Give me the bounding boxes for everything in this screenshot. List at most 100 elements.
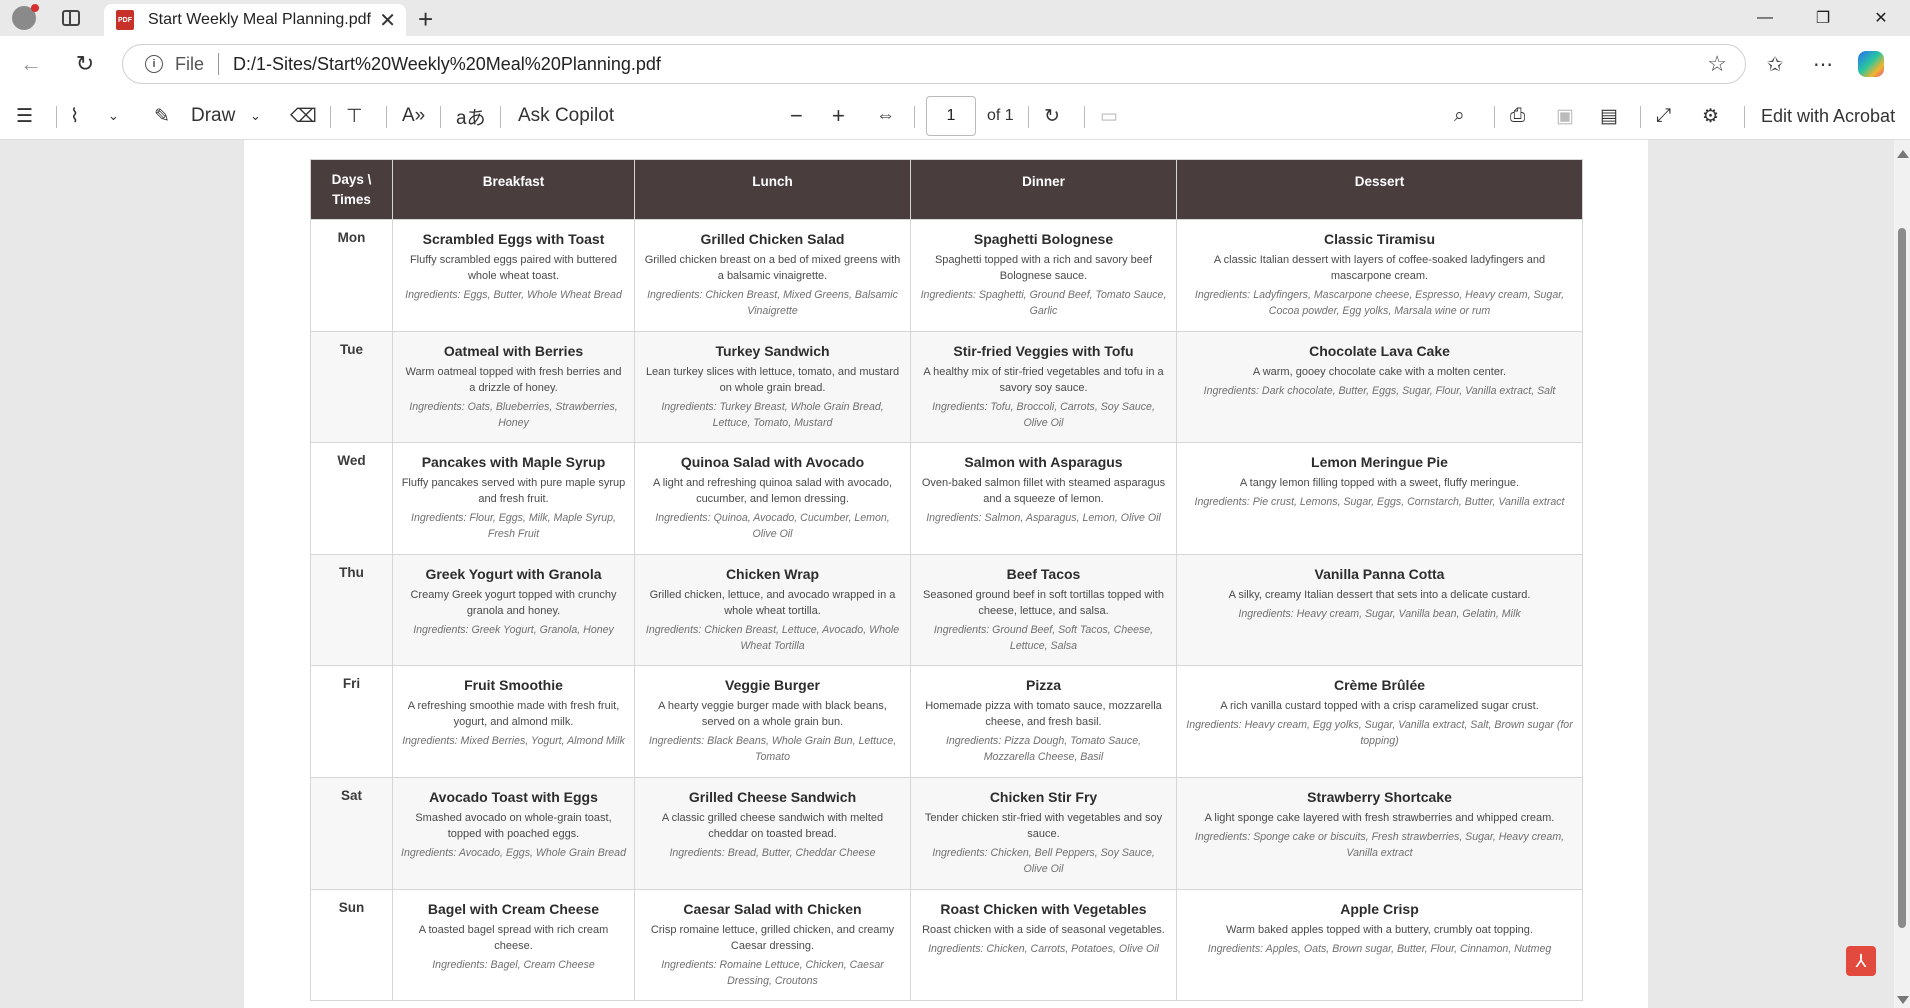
- tab-actions-icon[interactable]: [62, 10, 80, 26]
- day-cell: Thu: [310, 553, 393, 667]
- profile-avatar-icon[interactable]: [12, 4, 39, 30]
- save-as-icon[interactable]: ▤: [1600, 92, 1618, 140]
- close-window-icon[interactable]: ✕: [1852, 0, 1910, 36]
- fit-to-width-icon[interactable]: ⇔: [876, 92, 895, 140]
- table-row: Mon Scrambled Eggs with Toast Fluffy scram…: [310, 219, 1583, 332]
- more-menu-icon[interactable]: ⋯: [1810, 52, 1836, 77]
- highlight-icon[interactable]: ⌇: [70, 92, 79, 140]
- meal-name: Strawberry Shortcake: [1307, 788, 1452, 805]
- meal-description: Spaghetti topped with a rich and savory …: [934, 254, 1153, 282]
- acrobat-icon[interactable]: ⅄: [1846, 946, 1876, 976]
- new-tab-icon[interactable]: +: [418, 4, 433, 35]
- meal-name: Pizza: [1025, 677, 1061, 694]
- active-tab[interactable]: PDF Start Weekly Meal Planning.pdf ✕: [104, 4, 406, 36]
- pdf-toolbar: ☰ ⌇ ⌄ ✎ Draw ⌄ ⌫ ⊤ A» aあ Ask Copilot − +…: [0, 92, 1910, 140]
- day-cell: Tue: [310, 330, 393, 444]
- meal-description: A classic grilled cheese sandwich with m…: [661, 811, 884, 840]
- meal-ingredients: Ingredients: Avocado, Eggs, Whole Grain …: [401, 846, 626, 859]
- eraser-icon[interactable]: ⌫: [290, 92, 317, 140]
- scrollbar-thumb[interactable]: [1898, 228, 1906, 928]
- save-icon[interactable]: ▣: [1556, 92, 1574, 140]
- text-box-icon[interactable]: ⊤: [346, 92, 363, 140]
- zoom-in-icon[interactable]: +: [832, 92, 845, 140]
- meal-cell: Stir-fried Veggies with Tofu A healthy mi…: [910, 330, 1177, 444]
- meal-description: Lean turkey slices with lettuce, tomato,…: [645, 365, 900, 394]
- meal-name: Crème Brûlée: [1333, 677, 1426, 694]
- rotate-icon[interactable]: ↻: [1044, 92, 1060, 140]
- back-icon[interactable]: ←: [16, 51, 46, 77]
- fullscreen-icon[interactable]: ⤢: [1656, 92, 1671, 140]
- header-breakfast: Breakfast: [392, 159, 635, 220]
- meal-description: A light and refreshing quinoa salad with…: [652, 477, 893, 506]
- meal-ingredients: Ingredients: Spaghetti, Ground Beef, Tom…: [920, 289, 1167, 317]
- meal-name: Salmon with Asparagus: [964, 454, 1123, 471]
- table-row: Sat Avocado Toast with Eggs Smashed avocad…: [310, 776, 1583, 890]
- meal-ingredients: Ingredients: Heavy cream, Sugar, Vanilla…: [1238, 607, 1521, 620]
- favorites-icon[interactable]: ✩: [1762, 52, 1788, 77]
- meal-description: Grilled chicken breast on a bed of mixed…: [644, 254, 901, 282]
- ask-copilot-button[interactable]: Ask Copilot: [518, 92, 614, 140]
- settings-gear-icon[interactable]: ⚙: [1702, 92, 1719, 140]
- vertical-scrollbar[interactable]: [1894, 140, 1910, 1008]
- zoom-out-icon[interactable]: −: [790, 92, 803, 140]
- toolbar-divider: [386, 106, 387, 128]
- meal-cell: Classic Tiramisu A classic Italian desser…: [1176, 219, 1583, 332]
- meal-name: Stir-fried Veggies with Tofu: [953, 342, 1134, 359]
- header-dessert: Dessert: [1176, 159, 1583, 220]
- scroll-down-arrow-icon[interactable]: [1897, 996, 1909, 1004]
- browser-actions: ✩ ⋯: [1762, 36, 1884, 92]
- address-field[interactable]: i File D:/1-Sites/Start%20Weekly%20Meal%…: [122, 44, 1746, 84]
- draw-button[interactable]: Draw: [191, 92, 235, 140]
- toolbar-divider: [914, 106, 915, 128]
- print-icon[interactable]: ⎙: [1510, 92, 1525, 140]
- meal-ingredients: Ingredients: Greek Yogurt, Granola, Hone…: [413, 623, 614, 636]
- meal-description: A silky, creamy Italian dessert that set…: [1228, 588, 1531, 601]
- address-url[interactable]: D:/1-Sites/Start%20Weekly%20Meal%20Plann…: [233, 54, 661, 75]
- read-aloud-icon[interactable]: A»: [402, 92, 425, 140]
- day-cell: Fri: [310, 665, 393, 778]
- meal-description: Roast chicken with a side of seasonal ve…: [922, 923, 1165, 936]
- restore-icon[interactable]: ❐: [1794, 0, 1852, 36]
- meal-cell: Roast Chicken with Vegetables Roast chick…: [910, 888, 1177, 1002]
- meal-cell: Chicken Stir Fry Tender chicken stir-frie…: [910, 776, 1177, 890]
- refresh-icon[interactable]: ↻: [70, 51, 100, 77]
- two-page-view-icon[interactable]: ▭: [1100, 92, 1118, 140]
- table-row: Thu Greek Yogurt with Granola Creamy Greek…: [310, 553, 1583, 667]
- table-row: Sun Bagel with Cream Cheese A toasted bage…: [310, 888, 1583, 1002]
- draw-pen-icon[interactable]: ✎: [154, 92, 170, 140]
- scroll-up-arrow-icon[interactable]: [1897, 150, 1909, 158]
- meal-name: Apple Crisp: [1340, 900, 1419, 917]
- meal-ingredients: Ingredients: Eggs, Butter, Whole Wheat B…: [405, 289, 622, 301]
- day-cell: Wed: [310, 442, 393, 555]
- info-icon[interactable]: i: [145, 55, 163, 73]
- close-tab-icon[interactable]: ✕: [379, 8, 396, 33]
- toolbar-divider: [1084, 106, 1085, 128]
- edit-with-acrobat-button[interactable]: Edit with Acrobat: [1761, 92, 1895, 140]
- meal-cell: Spaghetti Bolognese Spaghetti topped with…: [910, 219, 1177, 332]
- meal-cell: Crème Brûlée A rich vanilla custard toppe…: [1176, 665, 1583, 778]
- meal-cell: Pizza Homemade pizza with tomato sauce, m…: [910, 665, 1177, 778]
- meal-name: Chicken Stir Fry: [989, 788, 1098, 805]
- favorite-star-icon[interactable]: ☆: [1707, 51, 1727, 77]
- meal-name: Spaghetti Bolognese: [973, 231, 1114, 247]
- meal-description: Grilled chicken, lettuce, and avocado wr…: [649, 588, 896, 617]
- address-scheme: File: [175, 53, 205, 74]
- meal-description: Fluffy scrambled eggs paired with butter…: [409, 254, 618, 282]
- meal-cell: Scrambled Eggs with Toast Fluffy scramble…: [392, 219, 635, 332]
- contents-list-icon[interactable]: ☰: [16, 92, 33, 140]
- search-icon[interactable]: ⌕: [1454, 92, 1465, 140]
- toolbar-divider: [1640, 106, 1641, 128]
- tab-title: Start Weekly Meal Planning.pdf: [148, 11, 371, 28]
- pdf-viewer[interactable]: Days \ Times Breakfast Lunch Dinner Dess…: [0, 140, 1910, 1008]
- meal-ingredients: Ingredients: Chicken Breast, Lettuce, Av…: [645, 623, 900, 652]
- minimize-icon[interactable]: —: [1736, 0, 1794, 36]
- page-number-input[interactable]: 1: [926, 96, 976, 136]
- draw-chevron-down-icon[interactable]: ⌄: [250, 92, 261, 140]
- highlight-chevron-down-icon[interactable]: ⌄: [108, 92, 119, 140]
- meal-name: Chocolate Lava Cake: [1309, 342, 1450, 359]
- meal-name: Turkey Sandwich: [715, 342, 830, 359]
- table-header-row: Days \ Times Breakfast Lunch Dinner Dess…: [310, 159, 1583, 220]
- translate-icon[interactable]: aあ: [456, 92, 486, 140]
- copilot-icon[interactable]: [1858, 51, 1884, 77]
- meal-description: A classic Italian dessert with layers of…: [1213, 254, 1546, 282]
